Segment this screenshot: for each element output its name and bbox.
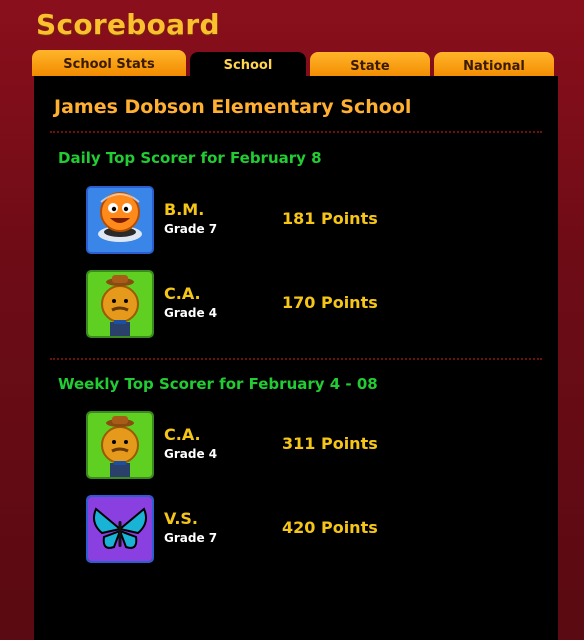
cowboy-avatar-icon	[86, 411, 154, 479]
page-title: Scoreboard	[36, 8, 220, 41]
weekly-section-title: Weekly Top Scorer for February 4 - 08	[58, 375, 378, 393]
scorer-initials: C.A.	[164, 284, 201, 303]
scoreboard-frame: Scoreboard School Stats School State Nat…	[0, 0, 584, 640]
scorer-points: 181 Points	[282, 209, 378, 228]
school-name: James Dobson Elementary School	[54, 96, 412, 118]
tab-school[interactable]: School	[190, 52, 306, 76]
scorer-grade: Grade 4	[164, 447, 218, 461]
scorer-row: V.S. Grade 7 420 Points	[86, 495, 526, 567]
tab-national[interactable]: National	[434, 52, 554, 78]
scorer-row: B.M. Grade 7 181 Points	[86, 186, 526, 258]
scorer-initials: V.S.	[164, 509, 198, 528]
scoreboard-panel: James Dobson Elementary School Daily Top…	[34, 76, 558, 640]
scorer-points: 420 Points	[282, 518, 378, 537]
scorer-grade: Grade 4	[164, 306, 218, 320]
tab-school-stats[interactable]: School Stats	[32, 50, 186, 76]
divider	[50, 358, 542, 360]
scorer-row: C.A. Grade 4 170 Points	[86, 270, 526, 342]
cowboy-avatar-icon	[86, 270, 154, 338]
scorer-grade: Grade 7	[164, 222, 218, 236]
butterfly-avatar-icon	[86, 495, 154, 563]
scorer-initials: C.A.	[164, 425, 201, 444]
scorer-grade: Grade 7	[164, 531, 218, 545]
divider	[50, 131, 542, 133]
astronaut-avatar-icon	[86, 186, 154, 254]
scorer-points: 311 Points	[282, 434, 378, 453]
daily-section-title: Daily Top Scorer for February 8	[58, 149, 322, 167]
scorer-row: C.A. Grade 4 311 Points	[86, 411, 526, 483]
tab-state[interactable]: State	[310, 52, 430, 78]
scorer-points: 170 Points	[282, 293, 378, 312]
scorer-initials: B.M.	[164, 200, 205, 219]
